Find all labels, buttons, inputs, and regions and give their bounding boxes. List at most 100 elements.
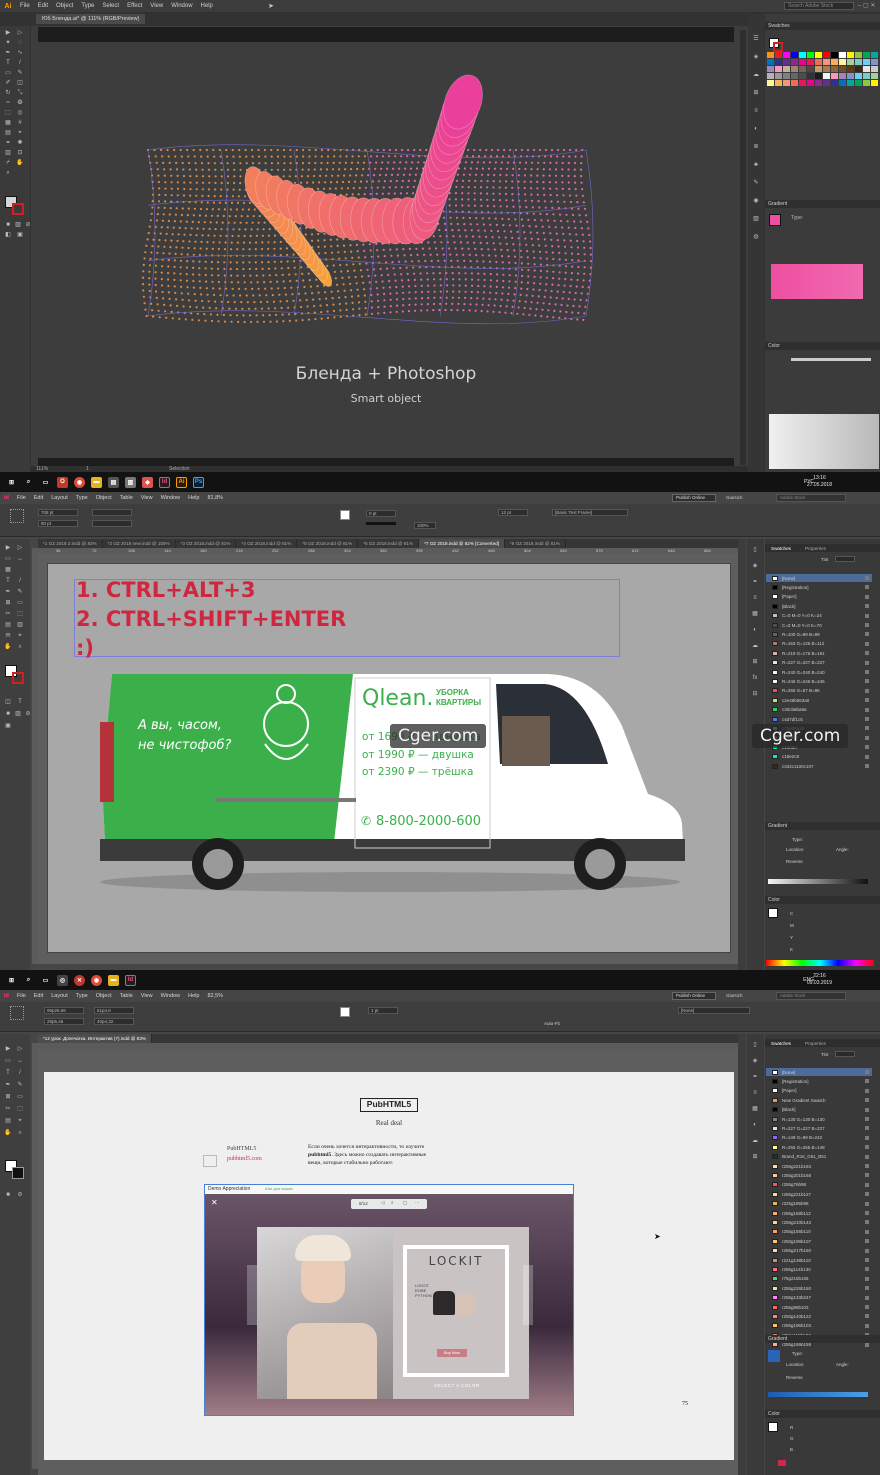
menu-layout[interactable]: Layout [47, 993, 72, 999]
type-tool-icon[interactable]: T [4, 1070, 12, 1077]
y-position-field[interactable]: 29p5,46 [44, 1018, 84, 1025]
swatch-chip[interactable] [775, 66, 782, 72]
graph-tool-icon[interactable]: ▥ [4, 150, 12, 157]
rectangle-tool-icon[interactable]: ▭ [16, 600, 24, 607]
swatch-chip[interactable] [823, 52, 830, 58]
swatch-chip[interactable] [807, 52, 814, 58]
swatch-row[interactable]: [Paper] [766, 593, 872, 601]
task-view-icon[interactable]: ▭ [40, 477, 51, 488]
height-field[interactable] [92, 520, 132, 527]
swatch-chip[interactable] [775, 59, 782, 65]
menu-object[interactable]: Object [92, 993, 116, 999]
swatches-panel-title[interactable]: Swatches [765, 22, 880, 30]
menu-view[interactable]: View [146, 3, 167, 9]
pencil-tool-icon[interactable]: ✎ [16, 1082, 24, 1089]
rectangle-frame-tool-icon[interactable]: ⊠ [4, 600, 12, 607]
chrome-icon[interactable]: ◉ [91, 974, 102, 986]
swatch-row[interactable]: c4d7df1c5 [766, 715, 872, 723]
swatch-chip[interactable] [831, 66, 838, 72]
swatch-row[interactable]: [Black] [766, 602, 872, 610]
swatch-row[interactable]: r255g196b103 [766, 1322, 872, 1330]
perspective-grid-icon[interactable]: ▦ [4, 120, 12, 127]
zoom-tool-icon[interactable]: ⌕ [4, 170, 12, 177]
menu-file[interactable]: File [13, 993, 30, 999]
swatch-row[interactable]: R=227 G=227 B=227 [766, 1124, 872, 1132]
windows-start-icon[interactable]: ⊞ [6, 975, 17, 986]
artboard[interactable]: Бленда + Photoshop Smart object [38, 52, 734, 444]
swatch-row[interactable]: r255g210b143 [766, 1218, 872, 1226]
blend-tool-icon[interactable]: ⚭ [4, 140, 12, 147]
shaper-tool-icon[interactable]: ✐ [4, 80, 12, 87]
type-tool-icon[interactable]: T [4, 578, 12, 585]
menu-file[interactable]: File [16, 3, 34, 9]
gradient-reverse-label[interactable]: Reverse [786, 859, 803, 864]
swatch-chip[interactable] [807, 59, 814, 65]
free-transform-icon[interactable]: ⬚ [16, 611, 24, 618]
gradient-tool-icon[interactable]: ▤ [4, 130, 12, 137]
swatch-chip[interactable] [863, 52, 870, 58]
color-panel-title[interactable]: Color [765, 342, 880, 350]
gradient-swatch-tool-icon[interactable]: ▤ [4, 622, 12, 629]
tab-document[interactable]: *12 урок. Допечатка. Интерактив (7).indd… [38, 1034, 152, 1043]
hand-tool-icon[interactable]: ✋ [4, 644, 12, 651]
gradient-panel-title[interactable]: Gradient [765, 822, 880, 830]
swatch-chip[interactable] [775, 80, 782, 86]
pathfinder-panel-icon[interactable]: ◐ [752, 126, 760, 133]
swatch-chip[interactable] [863, 80, 870, 86]
publish-online-button[interactable]: Publish Online [672, 494, 716, 502]
swatch-row[interactable]: R=219 G=176 B=161 [766, 649, 872, 657]
app-icon-2[interactable]: ✕ [74, 974, 85, 986]
swatch-chip[interactable] [823, 80, 830, 86]
width-field[interactable] [92, 509, 132, 516]
rectangle-tool-icon[interactable]: ▭ [4, 70, 12, 77]
swatch-chip[interactable] [791, 80, 798, 86]
apply-color-icon[interactable]: ■ [4, 711, 12, 718]
swatch-chip[interactable] [855, 73, 862, 79]
swatch-row[interactable]: [Black] [766, 1106, 872, 1114]
gap-tool-icon[interactable]: ↔ [16, 556, 24, 563]
swatch-chip[interactable] [823, 59, 830, 65]
swatch-chip[interactable] [863, 73, 870, 79]
swatch-chip[interactable] [823, 73, 830, 79]
swatch-chip[interactable] [855, 80, 862, 86]
swatch-row[interactable]: R=130 G=130 B=130 [766, 1115, 872, 1123]
swatch-row[interactable]: [Paper] [766, 1087, 872, 1095]
tab-document[interactable]: *8 OZ 2018.indd @ 81% [505, 539, 566, 548]
swatch-row[interactable]: r255g155b110 [766, 1228, 872, 1236]
swatch-chip[interactable] [815, 52, 822, 58]
swatch-row[interactable]: r255g226b150 [766, 1284, 872, 1292]
align-panel-icon[interactable]: ⊟ [751, 691, 759, 698]
y-position-field[interactable]: 80 pt [38, 520, 78, 527]
stroke-panel-icon[interactable]: ≡ [751, 595, 759, 602]
gradient-ramp[interactable] [768, 879, 868, 884]
width-tool-icon[interactable]: ≈ [4, 100, 12, 107]
swatch-row[interactable]: r255g76b98 [766, 1181, 872, 1189]
text-wrap-icon[interactable]: ⊞ [751, 659, 759, 666]
workspace-switcher[interactable]: Giarsich [726, 495, 743, 500]
prev-page-arrow-icon[interactable] [247, 1265, 257, 1325]
document-page[interactable]: PubHTML5 Real deal PubHTML5 pubhtml5.com… [44, 1072, 734, 1460]
color-panel-icon[interactable]: ◐ [751, 627, 759, 634]
swatch-row[interactable]: r255g168b112 [766, 1209, 872, 1217]
swatch-chip[interactable] [775, 52, 782, 58]
swatch-chip[interactable] [815, 59, 822, 65]
swatch-chip[interactable] [783, 66, 790, 72]
menu-window[interactable]: Window [167, 3, 196, 9]
gradient-ramp[interactable] [768, 1392, 868, 1397]
swatch-chip[interactable] [847, 80, 854, 86]
stroke-weight-field[interactable]: 1 pt [368, 1007, 398, 1014]
links-panel-icon[interactable]: ⚭ [751, 579, 759, 586]
pen-tool-icon[interactable]: ✒ [4, 1082, 12, 1089]
warp-tool-icon[interactable]: ❂ [16, 100, 24, 107]
swatch-row[interactable]: R=255 G=255 B=148 [766, 1143, 872, 1151]
swatch-row[interactable]: c18e2c8 [766, 753, 872, 761]
appearance-panel-icon[interactable]: ◉ [752, 198, 760, 205]
explorer-icon[interactable]: ▬ [108, 974, 119, 986]
pages-panel-icon[interactable]: ▯ [751, 547, 759, 554]
color-panel-title[interactable]: Color [765, 896, 880, 904]
document-page[interactable]: 1. CTRL+ALT+3 2. CTRL+SHIFT+ENTER :) А в… [47, 563, 731, 953]
swatch-row[interactable]: r255g221b127 [766, 1190, 872, 1198]
swatch-chip[interactable] [807, 73, 814, 79]
swatch-row[interactable]: R=240 G=240 B=240 [766, 668, 872, 676]
swatch-row[interactable]: New Gradient Swatch [766, 1096, 872, 1104]
